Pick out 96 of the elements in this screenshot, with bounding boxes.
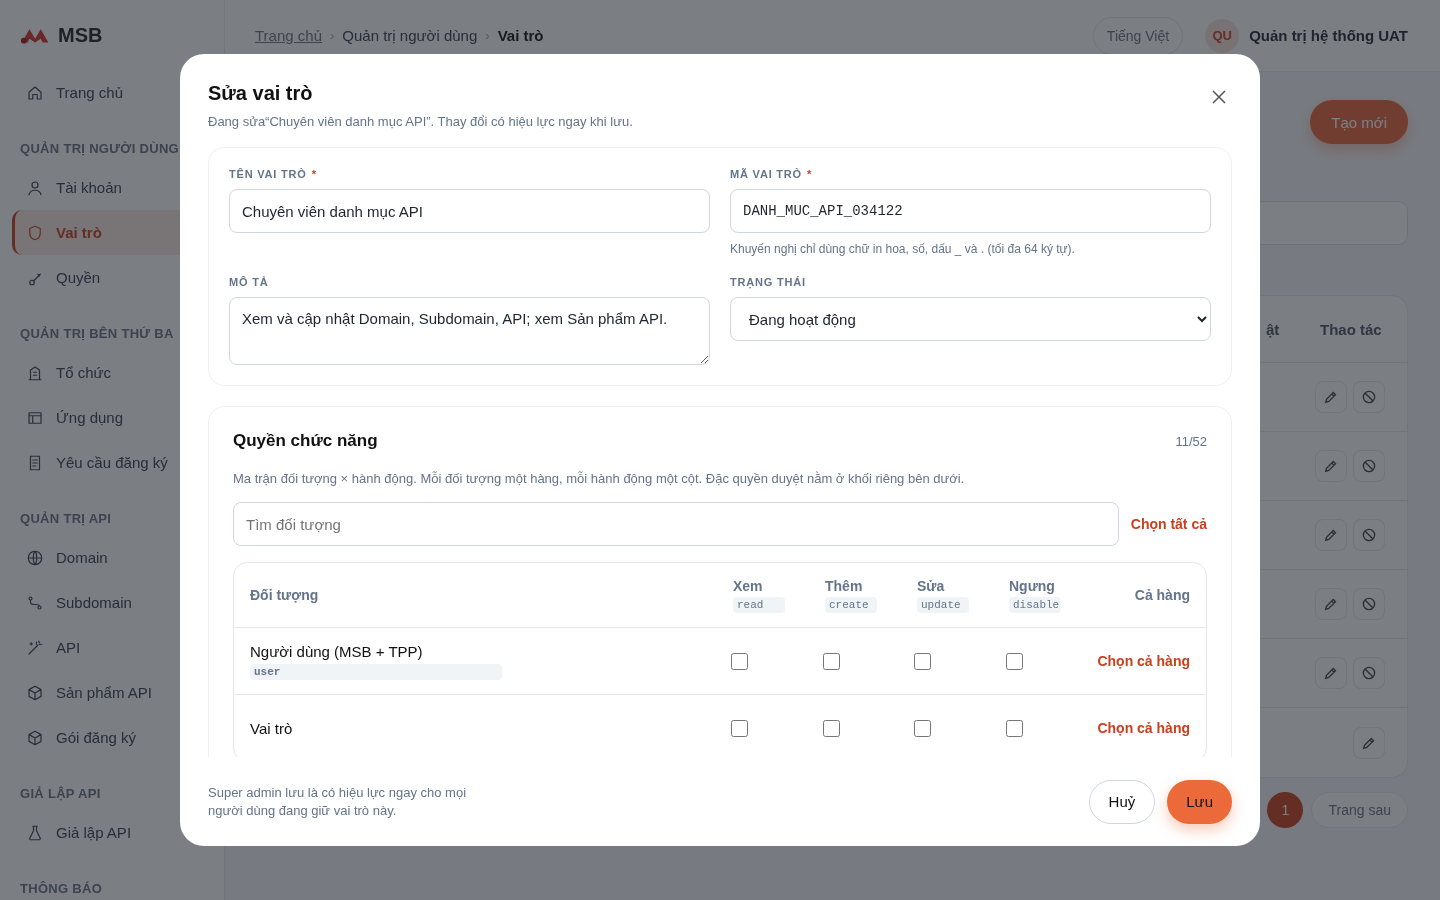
brand-name: MSB <box>58 23 103 47</box>
language-button[interactable]: Tiếng Việt <box>1092 16 1184 55</box>
nav-section-title: THÔNG BÁO <box>19 880 104 898</box>
cube-icon <box>26 683 44 702</box>
next-page-button[interactable]: Trang sau <box>1311 792 1408 828</box>
checkbox[interactable] <box>914 652 932 670</box>
input-field[interactable]: DANH_MUC_API_034122 <box>730 189 1211 233</box>
action-code: read <box>733 596 785 613</box>
description-field[interactable]: Xem và cập nhật Domain, Subdomain, API; xem Sản phẩm API. <box>229 297 710 365</box>
field-label: TRẠNG THÁI <box>730 276 806 288</box>
column-header: Cả hàng <box>1133 587 1190 603</box>
edit-button[interactable] <box>1315 657 1347 689</box>
column-header: Xem <box>733 577 763 594</box>
checkbox[interactable] <box>1005 719 1023 737</box>
footer-note: Super admin lưu là có hiệu lực ngay cho mọi người dùng đang giữ vai trò này. <box>208 783 468 820</box>
nav-item[interactable]: Yêu cầu đăng ký <box>12 440 212 485</box>
modal-title: Sửa vai trò <box>208 82 314 105</box>
page-button[interactable]: 1 <box>1267 792 1304 828</box>
select-row-link[interactable]: Chọn cả hàng <box>1097 720 1190 736</box>
action-code: create <box>825 596 877 613</box>
search-field[interactable]: Tìm đối tượng <box>233 502 1119 546</box>
checkbox[interactable] <box>1005 652 1023 670</box>
nav-item[interactable]: Tổ chức <box>12 350 212 395</box>
action-code: update <box>917 596 969 613</box>
nav-item[interactable]: Domain <box>12 535 212 580</box>
globe-icon <box>26 548 44 567</box>
column-header: Thao tác <box>1320 320 1383 338</box>
ban-icon <box>1360 457 1378 475</box>
route-icon <box>26 593 44 612</box>
input-field[interactable]: Chuyên viên danh mục API <box>229 189 710 233</box>
ban-icon <box>1360 664 1378 682</box>
flask-icon <box>26 823 44 842</box>
nav-item[interactable]: Sản phẩm API <box>12 670 212 715</box>
checkbox[interactable] <box>731 719 748 737</box>
section-description: Ma trận đối tượng × hành động. Mỗi đối tượng một hàng, mỗi hành động một cột. Đặc quyền duyệt nằm ở khối riêng bên dưới. <box>233 471 966 486</box>
field-hint: Khuyến nghị chỉ dùng chữ in hoa, số, dấu _ và . (tối đa 64 ký tự). <box>730 242 1076 256</box>
create-button[interactable]: Tạo mới <box>1310 100 1408 144</box>
nav-section-title: QUẢN TRỊ BÊN THỨ BA <box>19 325 175 343</box>
required-mark: * <box>311 168 316 180</box>
edit-button[interactable] <box>1315 450 1347 482</box>
field-label: TÊN VAI TRÒ <box>229 168 307 180</box>
breadcrumb-current: Vai trò <box>497 27 544 44</box>
column-header: ật <box>1266 320 1281 338</box>
disable-button[interactable] <box>1353 519 1385 551</box>
modal-subtitle: Đang sửa“Chuyên viên danh mục API”. Thay đổi có hiệu lực ngay khi lưu. <box>208 114 633 129</box>
edit-button[interactable] <box>1315 519 1347 551</box>
edit-button[interactable] <box>1353 726 1385 759</box>
edit-button[interactable] <box>1315 588 1347 620</box>
ban-icon <box>1360 526 1378 544</box>
required-mark: * <box>806 168 812 180</box>
breadcrumb-separator: › <box>330 28 335 43</box>
column-header: Thêm <box>825 577 863 594</box>
checkbox[interactable] <box>822 652 840 670</box>
disable-button[interactable] <box>1353 450 1385 482</box>
selection-count: 11/52 <box>1175 434 1207 449</box>
user-name: Quản trị hệ thống UAT <box>1249 27 1408 44</box>
disable-button[interactable] <box>1353 381 1385 413</box>
field-label: MÔ TẢ <box>229 276 269 288</box>
disable-button[interactable] <box>1353 588 1385 620</box>
cancel-button[interactable]: Huỷ <box>1088 779 1156 824</box>
select-all-link[interactable]: Chọn tất cả <box>1130 516 1207 532</box>
checkbox[interactable] <box>731 652 748 670</box>
object-code: user <box>250 663 502 680</box>
avatar[interactable]: QU <box>1205 18 1240 53</box>
select-row-link[interactable]: Chọn cả hàng <box>1097 653 1190 669</box>
breadcrumb-separator: › <box>485 28 490 43</box>
action-code: disable <box>1009 596 1061 613</box>
status-select[interactable]: Đang hoạt động <box>730 297 1211 341</box>
nav-item[interactable]: API <box>12 625 212 670</box>
user-icon <box>26 178 44 197</box>
column-header: Đối tượng <box>250 587 320 603</box>
object-name: Người dùng (MSB + TPP) <box>250 642 424 660</box>
column-header: Ngưng <box>1009 577 1055 594</box>
wand-icon <box>26 638 44 657</box>
nav-item[interactable]: Ứng dụng <box>12 395 212 440</box>
nav-item[interactable]: Gói đăng ký <box>12 715 212 760</box>
column-header: Sửa <box>917 577 945 594</box>
edit-button[interactable] <box>1315 381 1347 413</box>
nav-item[interactable]: Subdomain <box>12 580 212 625</box>
breadcrumb-link[interactable]: Trang chủ <box>255 27 322 44</box>
shield-icon <box>26 223 44 242</box>
ban-icon <box>1360 595 1378 613</box>
disable-button[interactable] <box>1353 657 1385 689</box>
object-name: Vai trò <box>250 719 294 737</box>
checkbox[interactable] <box>822 719 840 737</box>
save-button[interactable]: Lưu <box>1167 779 1232 824</box>
section-title: Quyền chức năng <box>233 431 378 451</box>
nav-item[interactable]: Tài khoản <box>12 165 212 210</box>
breadcrumb-item: Quản trị người dùng <box>342 27 478 44</box>
nav-section-title: GIẢ LẬP API <box>19 785 102 803</box>
checkbox[interactable] <box>914 719 932 737</box>
nav-item[interactable]: Quyền <box>12 255 212 300</box>
field-label: MÃ VAI TRÒ <box>730 168 802 180</box>
ban-icon <box>1360 388 1378 406</box>
cube-icon <box>26 728 44 747</box>
nav-section-title: QUẢN TRỊ API <box>19 510 113 528</box>
